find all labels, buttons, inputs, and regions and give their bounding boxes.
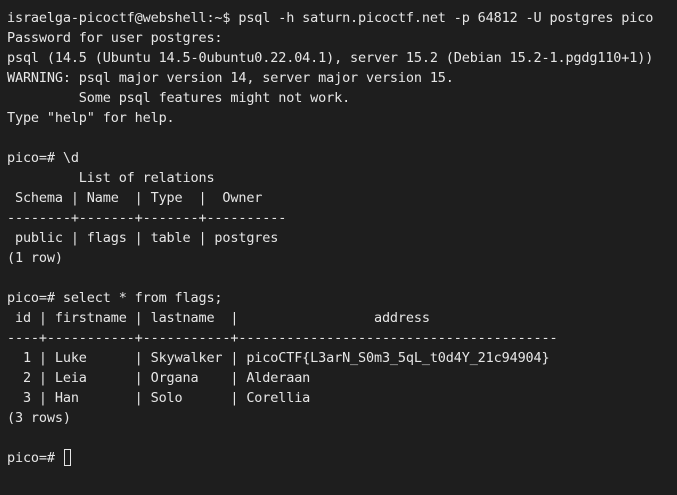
terminal-line-row-count: (1 row) <box>7 250 63 266</box>
terminal-line-flags-separator: ----+-----------+-----------+-----------… <box>7 330 558 346</box>
terminal-line-warning: WARNING: psql major version 14, server m… <box>7 70 454 86</box>
terminal-line-select-command: pico=# select * from flags; <box>7 290 223 306</box>
terminal-line-relations-header: Schema | Name | Type | Owner <box>7 190 263 206</box>
terminal-input-line[interactable]: pico=# <box>7 448 677 468</box>
terminal-line-relations-row: public | flags | table | postgres <box>7 230 279 246</box>
terminal-line-flags-row: 1 | Luke | Skywalker | picoCTF{L3arN_S0m… <box>7 350 550 366</box>
terminal-line-password-prompt: Password for user postgres: <box>7 30 223 46</box>
terminal-line-relations-separator: --------+-------+-------+---------- <box>7 210 287 226</box>
terminal-line-ssh-command: israelga-picoctf@webshell:~$ psql -h sat… <box>7 10 654 26</box>
terminal-line-warning-detail: Some psql features might not work. <box>7 90 351 106</box>
terminal-window[interactable]: israelga-picoctf@webshell:~$ psql -h sat… <box>0 0 677 495</box>
terminal-line-help-hint: Type "help" for help. <box>7 110 175 126</box>
terminal-line-describe-command: pico=# \d <box>7 150 79 166</box>
terminal-line-psql-version: psql (14.5 (Ubuntu 14.5-0ubuntu0.22.04.1… <box>7 50 654 66</box>
terminal-prompt: pico=# <box>7 450 63 466</box>
terminal-cursor[interactable] <box>63 449 71 466</box>
terminal-line-flags-header: id | firstname | lastname | address <box>7 310 430 326</box>
terminal-line-flags-row: 3 | Han | Solo | Corellia <box>7 390 311 406</box>
terminal-line-flags-row: 2 | Leia | Organa | Alderaan <box>7 370 311 386</box>
terminal-line-row-count: (3 rows) <box>7 410 71 426</box>
terminal-line-relations-title: List of relations <box>7 170 215 186</box>
